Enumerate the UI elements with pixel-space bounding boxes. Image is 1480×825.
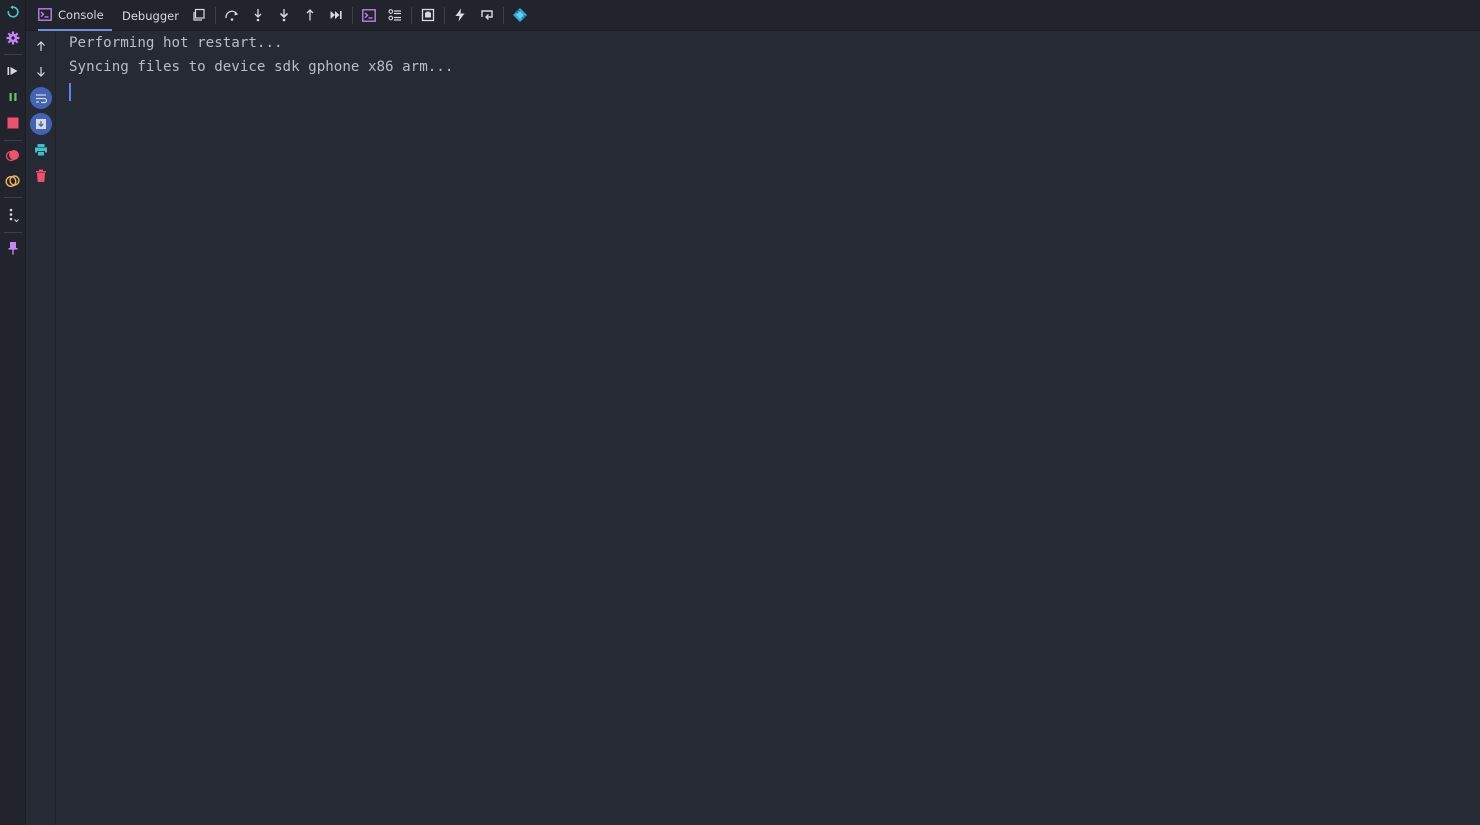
snapshot-icon[interactable] (417, 4, 439, 26)
run-tool-window-header: Console Debugger (26, 0, 1480, 31)
rerun-icon[interactable] (3, 2, 23, 22)
print-icon[interactable] (30, 139, 52, 161)
evaluate-expression-icon[interactable] (358, 4, 380, 26)
more-options-icon[interactable] (3, 205, 23, 225)
layout-icon[interactable] (188, 4, 210, 26)
pin-tab-icon[interactable] (3, 238, 23, 258)
down-arrow-icon[interactable] (30, 61, 52, 83)
hot-reload-icon[interactable] (449, 4, 471, 26)
clear-all-icon[interactable] (30, 165, 52, 187)
step-over-icon[interactable] (221, 4, 243, 26)
tab-debugger-label: Debugger (122, 8, 179, 23)
step-into-icon[interactable] (247, 4, 269, 26)
run-to-cursor-icon[interactable] (325, 4, 347, 26)
left-action-strip (0, 0, 26, 825)
flutter-inspector-icon[interactable] (509, 4, 531, 26)
text-caret (69, 83, 71, 101)
mute-breakpoints-icon[interactable] (3, 171, 23, 191)
up-arrow-icon[interactable] (30, 35, 52, 57)
console-output[interactable]: Performing hot restart... Syncing files … (56, 31, 1480, 825)
scroll-to-end-icon[interactable] (30, 113, 52, 135)
frames-list-icon[interactable] (384, 4, 406, 26)
console-gutter-toolbar (26, 31, 56, 825)
tab-console-label: Console (58, 7, 104, 22)
tab-console[interactable]: Console (38, 0, 112, 31)
hot-restart-icon[interactable] (476, 4, 498, 26)
step-out-icon[interactable] (299, 4, 321, 26)
console-icon (38, 8, 52, 21)
force-step-into-icon[interactable] (273, 4, 295, 26)
resume-icon[interactable] (3, 61, 23, 81)
console-line: Syncing files to device sdk gphone x86 a… (69, 59, 454, 75)
soft-wrap-icon[interactable] (30, 87, 52, 109)
console-line: Performing hot restart... (69, 35, 283, 51)
tab-debugger[interactable]: Debugger (122, 0, 179, 31)
settings-icon[interactable] (3, 28, 23, 48)
stop-icon[interactable] (3, 113, 23, 133)
pause-icon[interactable] (3, 87, 23, 107)
view-breakpoints-icon[interactable] (3, 145, 23, 165)
